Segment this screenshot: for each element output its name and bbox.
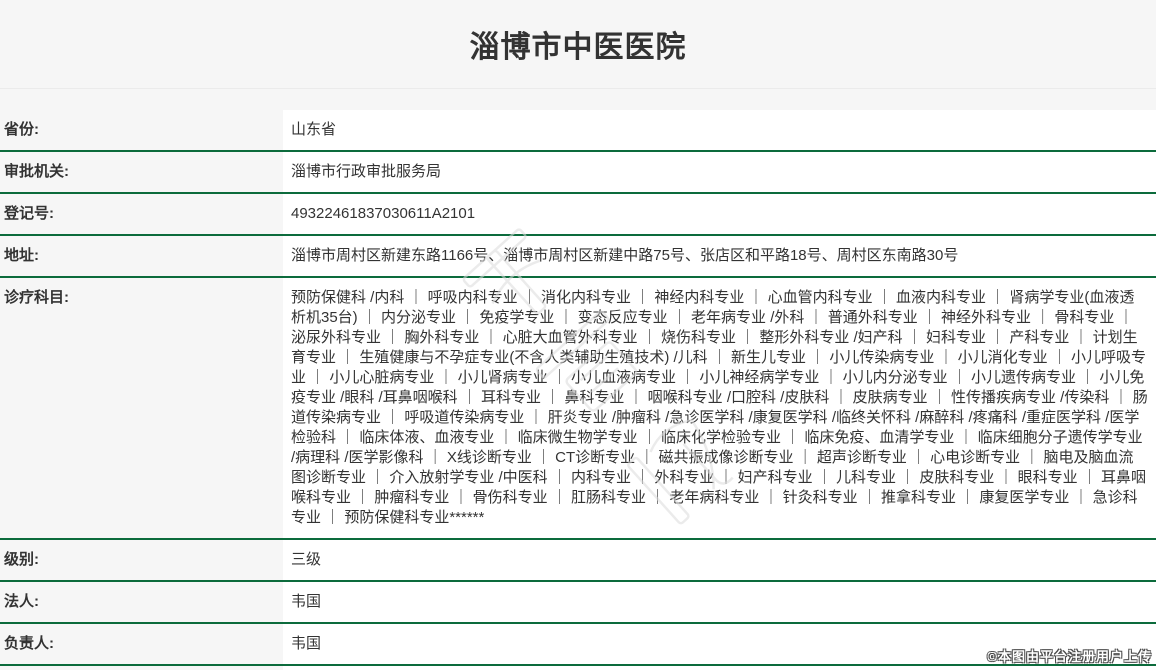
registration-number-value: 49322461837030611A2101 [283, 194, 1156, 234]
row-license-validity: 执业许可证有效期: 2022/11/24 -至- 2035/6/28 [0, 666, 1156, 670]
license-validity-value: 2022/11/24 -至- 2035/6/28 [283, 666, 1156, 670]
person-in-charge-label: 负责人: [0, 624, 283, 664]
legal-person-label: 法人: [0, 582, 283, 622]
page-header: 淄博市中医医院 [0, 0, 1156, 89]
registration-number-label: 登记号: [0, 194, 283, 234]
row-level: 级别: 三级 [0, 540, 1156, 582]
row-registration-number: 登记号: 49322461837030611A2101 [0, 194, 1156, 236]
hospital-license-page: 淄博市中医医院 省份: 山东省 审批机关: 淄博市行政审批服务局 登记号: 49… [0, 0, 1156, 670]
license-validity-label: 执业许可证有效期: [0, 666, 283, 670]
province-label: 省份: [0, 110, 283, 150]
row-legal-person: 法人: 韦国 [0, 582, 1156, 624]
row-approval-authority: 审批机关: 淄博市行政审批服务局 [0, 152, 1156, 194]
info-table: 省份: 山东省 审批机关: 淄博市行政审批服务局 登记号: 4932246183… [0, 110, 1156, 670]
province-value: 山东省 [283, 110, 1156, 150]
row-province: 省份: 山东省 [0, 110, 1156, 152]
legal-person-value: 韦国 [283, 582, 1156, 622]
approval-authority-label: 审批机关: [0, 152, 283, 192]
medical-subjects-label: 诊疗科目: [0, 278, 283, 538]
level-value: 三级 [283, 540, 1156, 580]
row-person-in-charge: 负责人: 韦国 [0, 624, 1156, 666]
page-title: 淄博市中医医院 [470, 22, 687, 66]
medical-subjects-value: 预防保健科 /内科 ｜ 呼吸内科专业 ｜ 消化内科专业 ｜ 神经内科专业 ｜ 心… [283, 278, 1156, 538]
address-label: 地址: [0, 236, 283, 276]
address-value: 淄博市周村区新建东路1166号、淄博市周村区新建中路75号、张店区和平路18号、… [283, 236, 1156, 276]
approval-authority-value: 淄博市行政审批服务局 [283, 152, 1156, 192]
level-label: 级别: [0, 540, 283, 580]
row-medical-subjects: 诊疗科目: 预防保健科 /内科 ｜ 呼吸内科专业 ｜ 消化内科专业 ｜ 神经内科… [0, 278, 1156, 540]
row-address: 地址: 淄博市周村区新建东路1166号、淄博市周村区新建中路75号、张店区和平路… [0, 236, 1156, 278]
person-in-charge-value: 韦国 [283, 624, 1156, 664]
